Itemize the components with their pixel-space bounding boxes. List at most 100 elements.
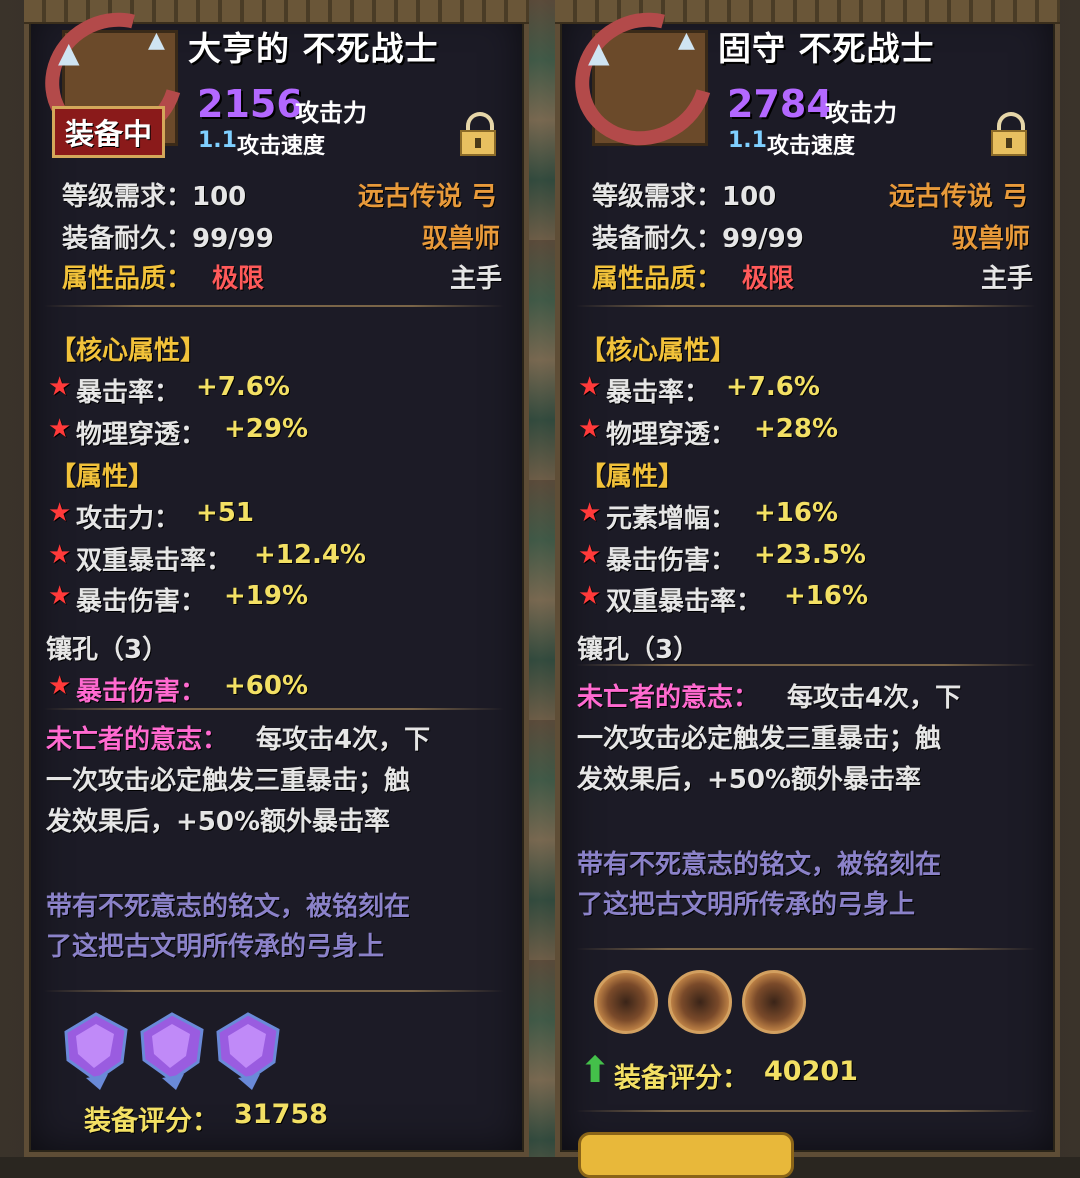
purple-gem-icon: [140, 1012, 204, 1090]
star-icon: ★: [578, 414, 602, 444]
star-icon: ★: [578, 498, 602, 528]
attack-speed-value: 1.1: [728, 128, 767, 153]
purple-gem-icon: [64, 1012, 128, 1090]
divider: [44, 305, 504, 307]
star-icon: ★: [48, 671, 72, 701]
stat-value: +51: [196, 498, 254, 528]
stat-name: 双重暴击率：: [606, 587, 763, 617]
skill-text: 一次攻击必定触发三重暴击；触: [577, 724, 942, 754]
sockets-label: 镶孔（3）: [577, 635, 700, 665]
lock-icon[interactable]: [460, 112, 496, 156]
core-attributes-header: 【核心属性】: [50, 336, 207, 366]
flavor-text: 了这把古文明所传承的弓身上: [577, 890, 916, 920]
stat-name: 物理穿透：: [606, 420, 737, 450]
stat-name: 物理穿透：: [76, 420, 207, 450]
quality-label: 属性品质：: [592, 264, 723, 294]
socket-stat-value: +60%: [224, 671, 309, 701]
flavor-text: 带有不死意志的铭文，被铭刻在: [46, 892, 411, 922]
divider: [44, 708, 504, 710]
rune-triangle-icon: ▲: [148, 28, 165, 53]
skill-name: 未亡者的意志：: [577, 683, 760, 713]
stat-name: 元素增幅：: [606, 504, 737, 534]
attributes-header: 【属性】: [580, 462, 685, 492]
attack-label: 攻击力: [295, 99, 367, 127]
score-label: 装备评分：: [614, 1063, 749, 1094]
attack-value: 2784: [727, 82, 833, 126]
rarity-type: 远古传说 弓: [358, 182, 498, 212]
empty-socket-icon: [742, 970, 806, 1034]
sockets-label: 镶孔（3）: [46, 635, 169, 665]
rune-triangle-icon: ▲: [588, 36, 610, 69]
gem-row: [64, 1012, 280, 1090]
stat-value: +19%: [224, 581, 309, 611]
stat-value: +7.6%: [726, 372, 820, 402]
score-label: 装备评分：: [84, 1106, 219, 1137]
equipped-item-panel: [24, 0, 529, 1157]
star-icon: ★: [578, 581, 602, 611]
attack-label: 攻击力: [825, 99, 897, 127]
star-icon: ★: [578, 540, 602, 570]
skill-text: 每攻击4次，下: [787, 683, 962, 713]
rarity-type: 远古传说 弓: [889, 182, 1029, 212]
equipped-badge: 装备中: [52, 106, 166, 158]
empty-socket-icon: [594, 970, 658, 1034]
stat-value: +16%: [754, 498, 839, 528]
socket-stat-name: 暴击伤害：: [76, 677, 207, 707]
score-value: 31758: [234, 1099, 328, 1130]
star-icon: ★: [48, 540, 72, 570]
attack-speed-value: 1.1: [198, 128, 237, 153]
star-icon: ★: [48, 372, 72, 402]
core-attributes-header: 【核心属性】: [580, 336, 737, 366]
stat-name: 暴击率：: [606, 378, 711, 408]
divider: [576, 664, 1036, 666]
star-icon: ★: [48, 414, 72, 444]
stat-value: +23.5%: [754, 540, 866, 570]
star-icon: ★: [578, 372, 602, 402]
quality-value: 极限: [212, 264, 265, 294]
rune-triangle-icon: ▲: [678, 28, 695, 53]
stat-name: 攻击力：: [76, 504, 181, 534]
quality-value: 极限: [742, 264, 795, 294]
flavor-text: 了这把古文明所传承的弓身上: [46, 932, 385, 962]
stat-value: +29%: [224, 414, 309, 444]
skill-name: 未亡者的意志：: [46, 725, 229, 755]
skill-text: 发效果后，+50%额外暴击率: [46, 807, 391, 837]
attributes-header: 【属性】: [50, 462, 155, 492]
score-value: 40201: [764, 1056, 858, 1087]
stat-value: +28%: [754, 414, 839, 444]
stat-name: 暴击率：: [76, 378, 181, 408]
empty-socket-icon: [668, 970, 732, 1034]
stat-name: 暴击伤害：: [606, 546, 737, 576]
attack-speed-label: 攻击速度: [767, 134, 856, 159]
divider: [44, 990, 504, 992]
divider: [576, 948, 1036, 950]
divider: [576, 305, 1036, 307]
purple-gem-icon: [216, 1012, 280, 1090]
class-requirement: 驭兽师: [422, 224, 501, 254]
flavor-text: 带有不死意志的铭文，被铭刻在: [577, 850, 942, 880]
star-icon: ★: [48, 581, 72, 611]
attack-speed-label: 攻击速度: [237, 134, 326, 159]
stat-value: +12.4%: [254, 540, 366, 570]
action-button[interactable]: [578, 1132, 794, 1178]
star-icon: ★: [48, 498, 72, 528]
durability: 装备耐久：99/99: [592, 224, 804, 254]
rune-triangle-icon: ▲: [58, 36, 80, 69]
level-requirement: 等级需求：100: [592, 182, 777, 212]
stat-name: 暴击伤害：: [76, 587, 207, 617]
skill-text: 每攻击4次，下: [256, 725, 431, 755]
durability: 装备耐久：99/99: [62, 224, 274, 254]
divider: [576, 1110, 1036, 1112]
skill-text: 发效果后，+50%额外暴击率: [577, 765, 922, 795]
equip-slot: 主手: [981, 264, 1034, 294]
equip-slot: 主手: [450, 264, 503, 294]
item-title: 固守 不死战士: [718, 29, 935, 68]
item-title: 大亨的 不死战士: [188, 29, 439, 68]
lock-icon[interactable]: [991, 112, 1027, 156]
stat-value: +16%: [784, 581, 869, 611]
stat-value: +7.6%: [196, 372, 290, 402]
class-requirement: 驭兽师: [952, 224, 1031, 254]
quality-label: 属性品质：: [62, 264, 193, 294]
stat-name: 双重暴击率：: [76, 546, 233, 576]
upgrade-arrow-icon: ⬆: [580, 1050, 611, 1091]
